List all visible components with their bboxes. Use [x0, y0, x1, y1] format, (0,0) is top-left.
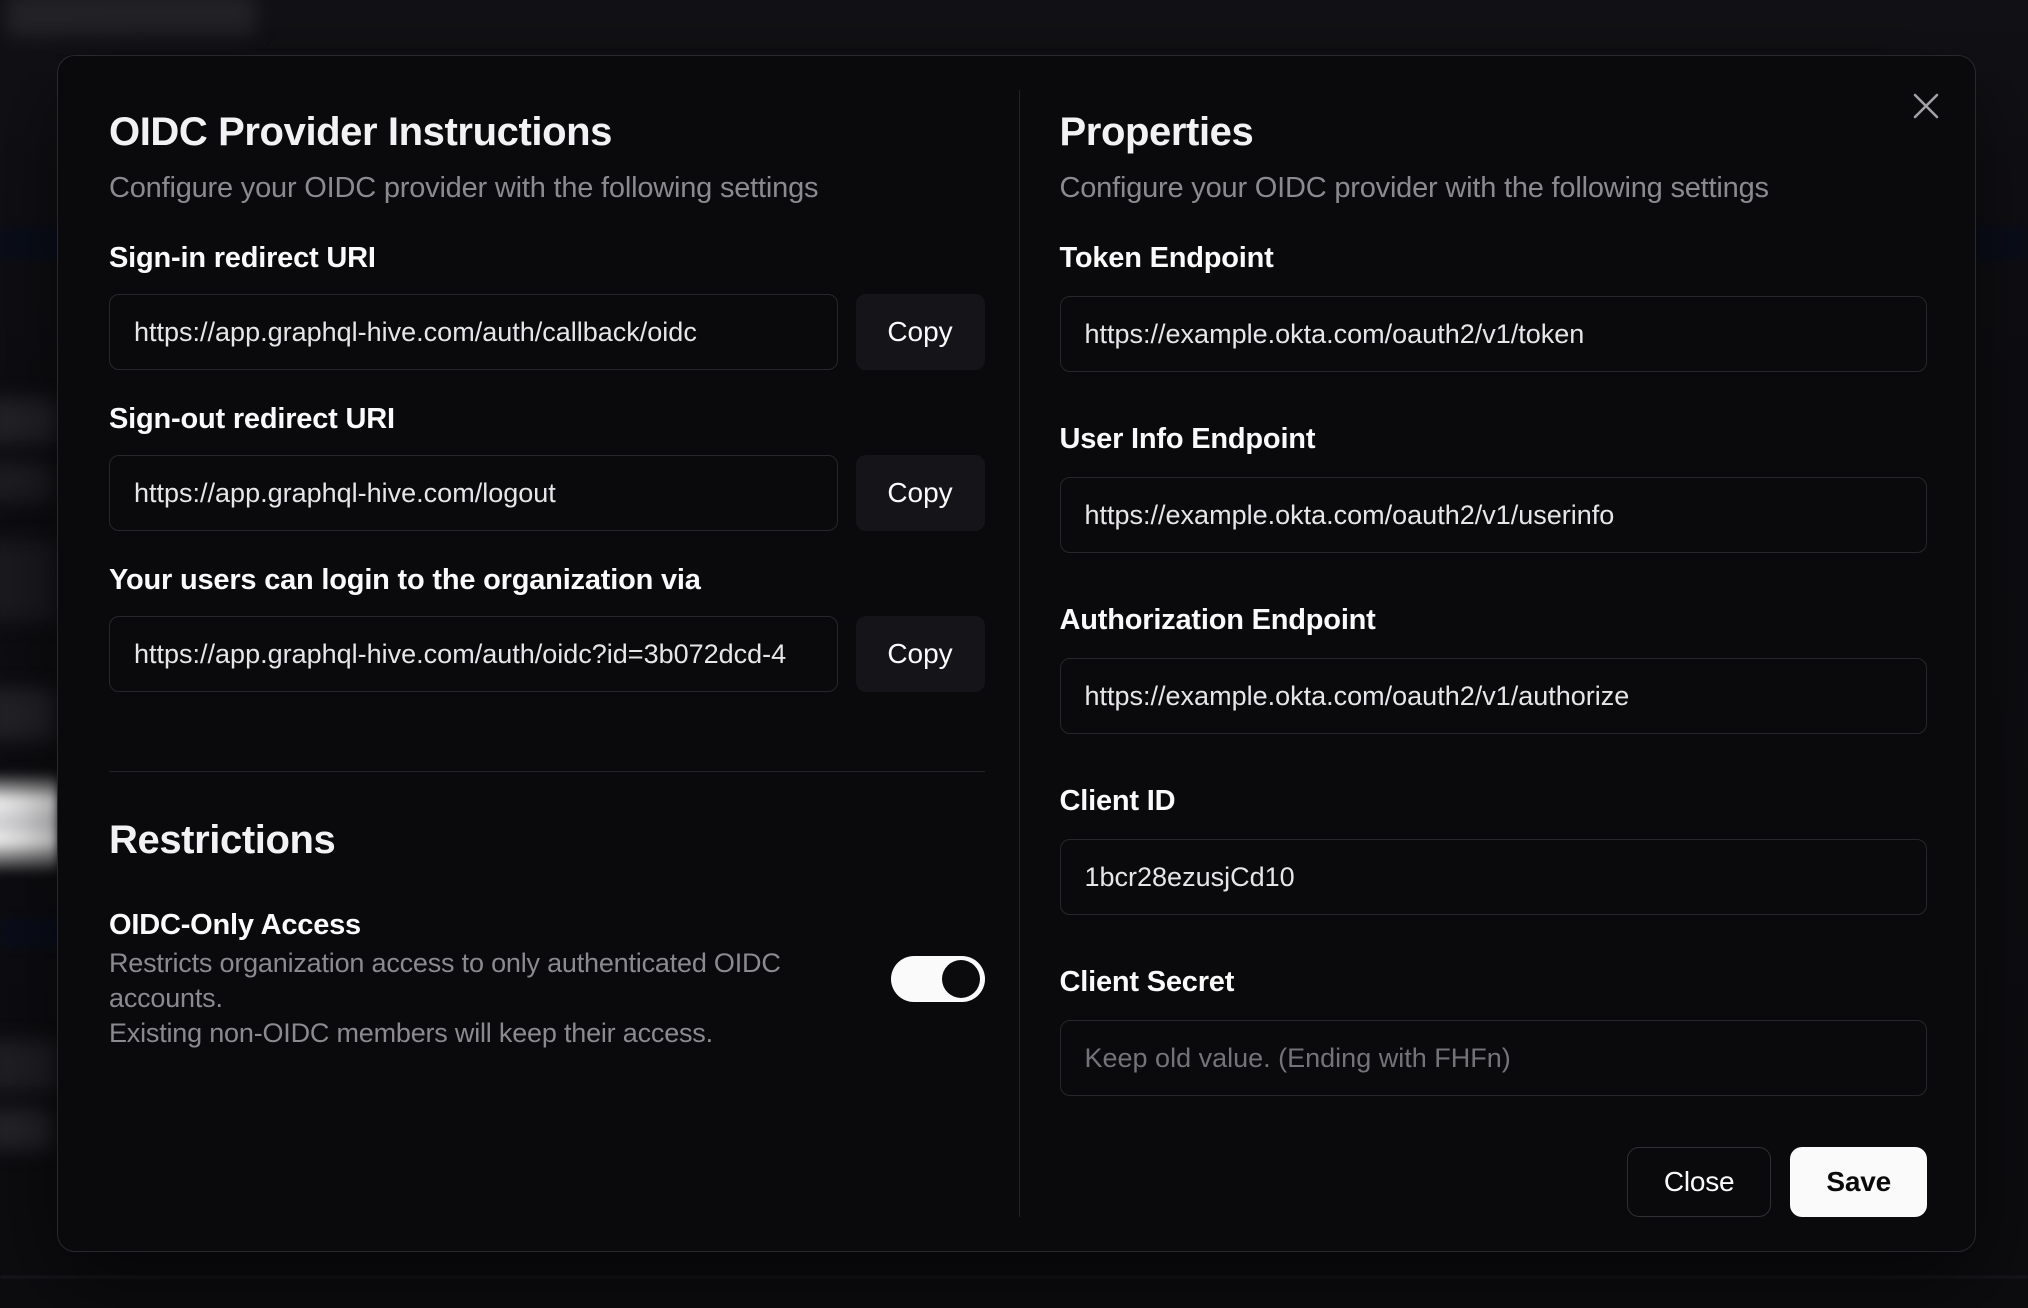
background-divider-line [0, 1276, 2028, 1278]
instructions-title: OIDC Provider Instructions [109, 110, 613, 154]
client-id-input[interactable] [1059, 839, 1927, 915]
properties-subtitle: Configure your OIDC provider with the fo… [1059, 172, 1770, 204]
close-dialog-button[interactable] [1902, 82, 1950, 130]
instructions-subtitle: Configure your OIDC provider with the fo… [109, 172, 819, 204]
token-endpoint-input[interactable] [1059, 296, 1927, 372]
copy-sign-in-redirect-button[interactable]: Copy [855, 294, 985, 370]
user-info-endpoint-input[interactable] [1059, 477, 1927, 553]
oidc-only-access-label: OIDC-Only Access [109, 909, 361, 941]
column-divider [1019, 90, 1020, 1217]
organization-login-url-input[interactable] [109, 616, 838, 692]
restrictions-title: Restrictions [109, 818, 336, 862]
properties-column: Properties Configure your OIDC provider … [1019, 56, 1976, 1251]
save-button[interactable]: Save [1790, 1147, 1927, 1217]
client-id-field: Client ID [1059, 783, 1927, 930]
client-secret-input[interactable] [1059, 1020, 1927, 1096]
toggle-thumb [941, 959, 980, 998]
token-endpoint-label: Token Endpoint [1059, 242, 1274, 274]
instructions-column: OIDC Provider Instructions Configure you… [58, 56, 1019, 1251]
background-blur-artifact [0, 398, 58, 444]
sign-out-redirect-field: Sign-out redirect URI Copy [109, 401, 985, 562]
sign-out-redirect-label: Sign-out redirect URI [109, 403, 395, 435]
close-icon [1913, 93, 1939, 119]
oidc-only-access-description: Restricts organization access to only au… [109, 948, 781, 1048]
user-info-endpoint-field: User Info Endpoint [1059, 421, 1927, 568]
background-white-button-artifact [0, 772, 58, 874]
background-blur-artifact [0, 1108, 52, 1150]
oidc-only-access-toggle[interactable] [890, 955, 985, 1002]
authorization-endpoint-input[interactable] [1059, 658, 1927, 734]
login-url-field: Your users can login to the organization… [109, 562, 985, 723]
copy-sign-out-redirect-button[interactable]: Copy [855, 455, 985, 531]
sign-in-redirect-field: Sign-in redirect URI Copy [109, 240, 985, 401]
background-blur-artifact [0, 462, 52, 502]
properties-title: Properties [1059, 110, 1254, 154]
client-id-label: Client ID [1059, 785, 1176, 817]
oidc-only-access-row: OIDC-Only Access Restricts organization … [109, 906, 985, 1051]
restrictions-divider [109, 771, 985, 772]
oidc-settings-dialog: OIDC Provider Instructions Configure you… [57, 55, 1976, 1252]
authorization-endpoint-field: Authorization Endpoint [1059, 602, 1927, 749]
sign-out-redirect-uri-input[interactable] [109, 455, 838, 531]
client-secret-field: Client Secret [1059, 964, 1927, 1111]
copy-login-url-button[interactable]: Copy [855, 616, 985, 692]
background-blur-artifact [6, 0, 256, 36]
authorization-endpoint-label: Authorization Endpoint [1059, 604, 1376, 636]
background-blur-artifact [0, 1040, 58, 1092]
dialog-actions: Close Save [1060, 1147, 1927, 1217]
token-endpoint-field: Token Endpoint [1059, 240, 1927, 387]
sign-in-redirect-uri-input[interactable] [109, 294, 838, 370]
user-info-endpoint-label: User Info Endpoint [1059, 423, 1316, 455]
client-secret-label: Client Secret [1059, 966, 1235, 998]
oidc-only-access-text: OIDC-Only Access Restricts organization … [109, 906, 861, 1051]
background-blur-artifact [0, 540, 58, 622]
sign-in-redirect-label: Sign-in redirect URI [109, 242, 376, 274]
login-url-label: Your users can login to the organization… [109, 564, 701, 596]
close-button[interactable]: Close [1626, 1147, 1772, 1217]
background-blur-artifact [0, 688, 56, 740]
